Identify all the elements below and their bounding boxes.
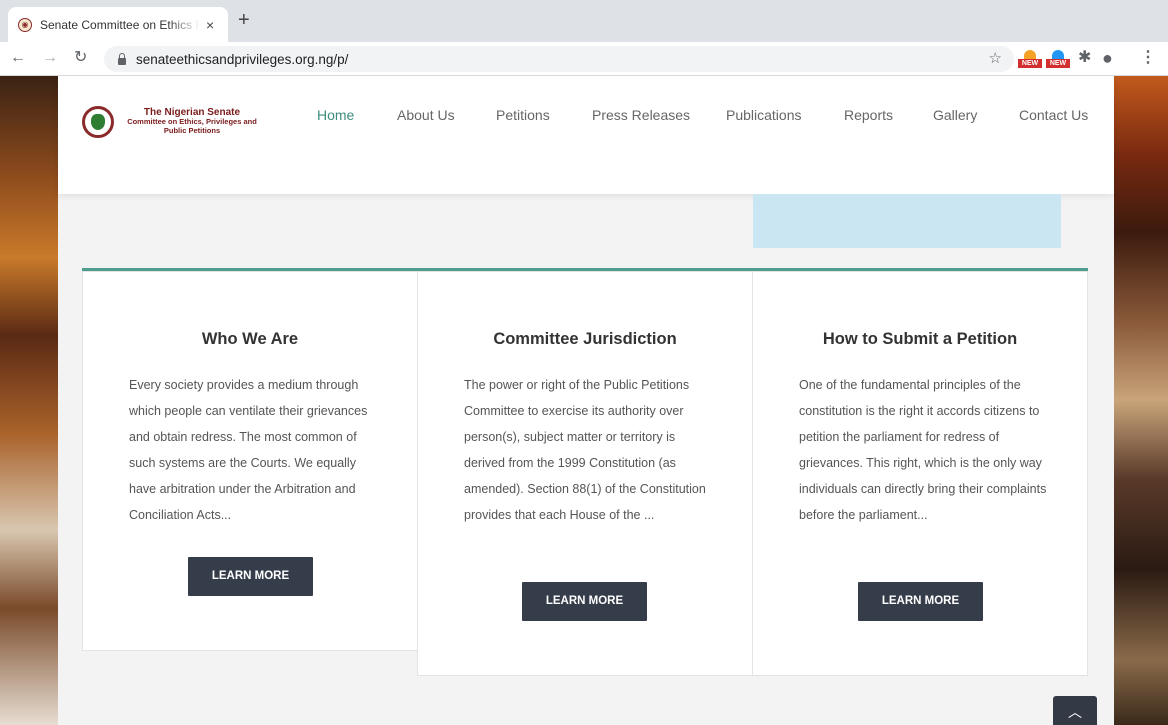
card-title: How to Submit a Petition xyxy=(822,330,1018,348)
background-image-left xyxy=(0,76,58,725)
scroll-to-top-button[interactable]: ︿ xyxy=(1053,696,1097,725)
reload-icon[interactable]: ↻ xyxy=(74,48,87,68)
menu-kebab-icon[interactable]: ⋮ xyxy=(1140,49,1156,67)
browser-tab-bar: ◉ Senate Committee on Ethics Pr × + xyxy=(0,0,1168,42)
new-tab-button[interactable]: + xyxy=(238,10,250,30)
extensions-puzzle-icon[interactable]: ✱ xyxy=(1078,49,1091,67)
forward-icon[interactable]: → xyxy=(42,48,58,68)
nav-reports[interactable]: Reports xyxy=(844,107,893,123)
profile-avatar-icon[interactable]: ● xyxy=(1102,49,1113,67)
card-body: The power or right of the Public Petitio… xyxy=(464,378,706,522)
learn-more-button[interactable]: LEARN MORE xyxy=(188,557,313,596)
card-how-to-submit: How to Submit a Petition One of the fund… xyxy=(752,271,1088,676)
nav-petitions[interactable]: Petitions xyxy=(496,107,550,123)
card-title: Committee Jurisdiction xyxy=(493,330,677,348)
lock-icon xyxy=(118,52,126,65)
extension-badge: NEW xyxy=(1018,59,1042,68)
browser-toolbar: ← → ↻ senateethicsandprivileges.org.ng/p… xyxy=(0,42,1168,76)
browser-tab[interactable]: ◉ Senate Committee on Ethics Pr × xyxy=(8,7,228,42)
address-bar[interactable]: senateethicsandprivileges.org.ng/p/ ☆ xyxy=(104,46,1014,72)
banner-panel xyxy=(753,194,1061,248)
card-body: Every society provides a medium through … xyxy=(129,378,368,522)
tab-title: Senate Committee on Ethics Pr xyxy=(40,17,200,32)
background-image-right xyxy=(1114,76,1168,725)
tab-close-icon[interactable]: × xyxy=(206,17,214,33)
site-logo-text[interactable]: The Nigerian Senate Committee on Ethics,… xyxy=(122,107,262,136)
nav-press-releases[interactable]: Press Releases xyxy=(592,107,690,123)
card-committee-jurisdiction: Committee Jurisdiction The power or righ… xyxy=(417,271,753,676)
nav-gallery[interactable]: Gallery xyxy=(933,107,977,123)
extension-badge: NEW xyxy=(1046,59,1070,68)
back-icon[interactable]: ← xyxy=(10,48,26,68)
logo-line-1: The Nigerian Senate xyxy=(143,107,241,118)
nav-contact-us[interactable]: Contact Us xyxy=(1019,107,1088,123)
page-viewport: The Nigerian Senate Committee on Ethics,… xyxy=(0,76,1168,725)
learn-more-button[interactable]: LEARN MORE xyxy=(522,582,647,621)
site-header: The Nigerian Senate Committee on Ethics,… xyxy=(58,76,1114,194)
chevron-up-icon: ︿ xyxy=(1068,704,1082,720)
card-body: One of the fundamental principles of the… xyxy=(799,378,1047,522)
logo-line-2: Committee on Ethics, Privileges and xyxy=(127,117,257,126)
extension-new-icon[interactable]: NEW xyxy=(1018,50,1042,68)
card-title: Who We Are xyxy=(201,330,299,348)
learn-more-button[interactable]: LEARN MORE xyxy=(858,582,983,621)
nav-home[interactable]: Home xyxy=(317,107,354,123)
nav-publications[interactable]: Publications xyxy=(726,107,802,123)
bookmark-star-icon[interactable]: ☆ xyxy=(989,49,1002,67)
extension-new-icon-2[interactable]: NEW xyxy=(1046,50,1070,68)
nav-about-us[interactable]: About Us xyxy=(397,107,455,123)
senate-seal-logo[interactable] xyxy=(82,106,114,138)
site-favicon-icon: ◉ xyxy=(18,17,32,32)
url-text: senateethicsandprivileges.org.ng/p/ xyxy=(136,51,349,67)
logo-line-3: Public Petitions xyxy=(163,126,221,135)
card-who-we-are: Who We Are Every society provides a medi… xyxy=(82,271,418,651)
